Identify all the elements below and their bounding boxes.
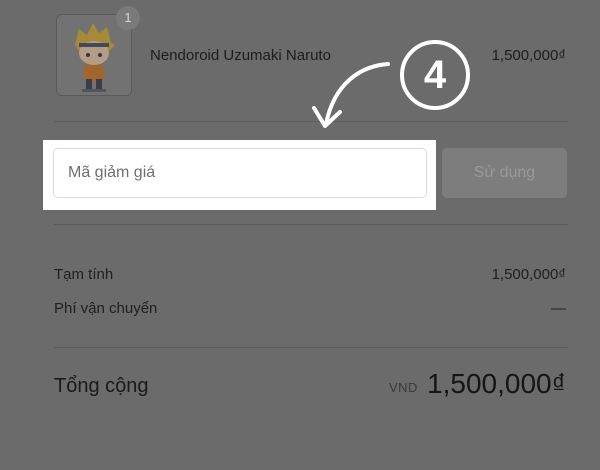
subtotal-label: Tạm tính [54, 266, 114, 283]
total-value: 1,500,000₫ [427, 368, 566, 399]
divider [54, 347, 568, 348]
divider [54, 224, 568, 225]
discount-code-input[interactable] [53, 148, 427, 198]
product-price: 1,500,000₫ [491, 47, 566, 64]
curved-arrow-icon [312, 62, 390, 128]
shipping-label: Phí vận chuyển [54, 300, 158, 317]
total-label: Tổng cộng [54, 375, 149, 397]
subtotal-value: 1,500,000₫ [491, 266, 566, 283]
currency-code: VND [389, 380, 418, 395]
shipping-value: — [551, 300, 566, 317]
step-number-badge: 4 [400, 40, 470, 110]
apply-discount-button[interactable]: Sử dụng [442, 148, 567, 198]
quantity-badge: 1 [116, 6, 140, 30]
